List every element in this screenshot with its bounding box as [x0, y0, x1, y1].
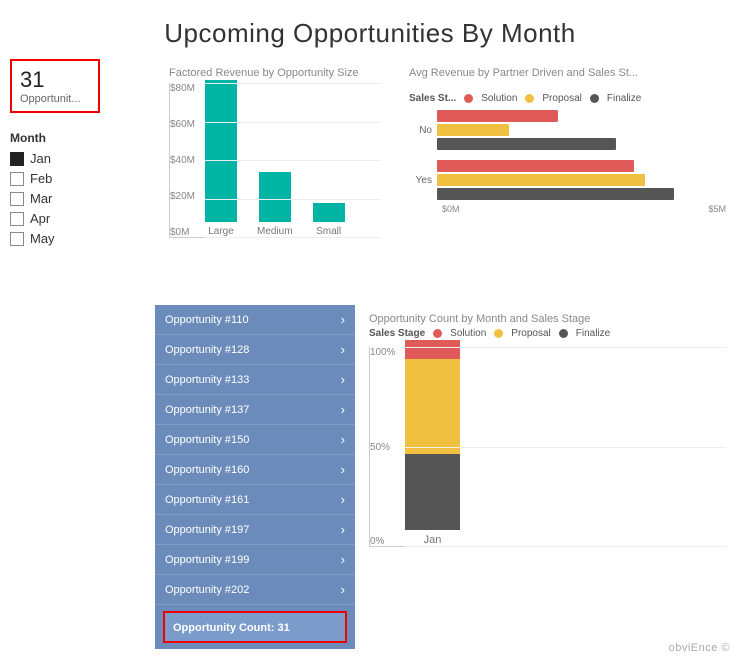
legend-solution-label: Solution — [481, 93, 517, 104]
hbar-yes-label: Yes — [409, 175, 437, 186]
opp-item-161[interactable]: Opportunity #161 › — [155, 485, 355, 515]
chart1-title: Factored Revenue by Opportunity Size — [169, 67, 381, 79]
checkbox-jan[interactable] — [10, 152, 24, 166]
opp-item-137[interactable]: Opportunity #137 › — [155, 395, 355, 425]
bar-large: Large — [205, 80, 237, 237]
bar-small-rect — [313, 203, 345, 222]
filter-item-mar[interactable]: Mar — [10, 191, 145, 206]
chevron-right-icon: › — [341, 402, 345, 417]
left-panel: 31 Opportunit... Month Jan Feb Mar Apr — [0, 59, 155, 649]
legend-finalize-dot — [590, 94, 599, 103]
page-title: Upcoming Opportunities By Month — [0, 0, 740, 59]
legend-proposal-dot — [525, 94, 534, 103]
filter-label-mar: Mar — [30, 191, 52, 206]
hbar-yes-proposal — [437, 174, 645, 186]
opportunity-list: Opportunity #110 › Opportunity #128 › Op… — [155, 305, 355, 649]
hbar-yes-finalize — [437, 188, 674, 200]
bar-small: Small — [313, 203, 345, 237]
chart2-title: Avg Revenue by Partner Driven and Sales … — [409, 67, 726, 79]
legend-salesst-label: Sales St... — [409, 93, 456, 104]
chart3-sol-dot — [433, 329, 442, 338]
opp-item-150[interactable]: Opportunity #150 › — [155, 425, 355, 455]
chart3-ylabels: 0% 50% 100% — [370, 347, 396, 547]
chart3-area: 0% 50% 100% — [369, 347, 726, 547]
legend-proposal-label: Proposal — [542, 93, 581, 104]
charts-bottom: Opportunity #110 › Opportunity #128 › Op… — [155, 305, 740, 649]
kpi-label: Opportunit... — [20, 93, 90, 105]
filter-item-jan[interactable]: Jan — [10, 151, 145, 166]
right-panel: Factored Revenue by Opportunity Size $0M… — [155, 59, 740, 649]
filter-label-apr: Apr — [30, 211, 50, 226]
chevron-right-icon: › — [341, 342, 345, 357]
filter-item-feb[interactable]: Feb — [10, 171, 145, 186]
stacked-bar-jan-rect — [405, 340, 460, 530]
opp-item-133[interactable]: Opportunity #133 › — [155, 365, 355, 395]
opportunity-count-footer: Opportunity Count: 31 — [163, 611, 347, 643]
kpi-card[interactable]: 31 Opportunit... — [10, 59, 100, 113]
chart3-prop-dot — [494, 329, 503, 338]
stacked-bar-jan: Jan — [405, 340, 460, 546]
chart3-legend: Sales Stage Solution Proposal Finalize — [369, 328, 726, 339]
chevron-right-icon: › — [341, 462, 345, 477]
hbar-no-finalize — [437, 138, 616, 150]
chevron-right-icon: › — [341, 312, 345, 327]
chart2-box: Avg Revenue by Partner Driven and Sales … — [395, 59, 740, 305]
hbar-no-solution — [437, 110, 558, 122]
chart3-box: Opportunity Count by Month and Sales Sta… — [355, 305, 740, 649]
filter-item-apr[interactable]: Apr — [10, 211, 145, 226]
chart1-container: $0M $20M $40M $60M $80M — [169, 83, 381, 283]
watermark: obviEnce © — [669, 642, 730, 654]
checkbox-may[interactable] — [10, 232, 24, 246]
chevron-right-icon: › — [341, 492, 345, 507]
charts-top: Factored Revenue by Opportunity Size $0M… — [155, 59, 740, 305]
chevron-right-icon: › — [341, 582, 345, 597]
chart3-fin-dot — [559, 329, 568, 338]
chart3-legend-label: Sales Stage — [369, 328, 425, 339]
bar-medium: Medium — [257, 172, 293, 237]
filter-label-jan: Jan — [30, 151, 51, 166]
segment-proposal — [405, 359, 460, 454]
chart2-xaxis: $0M $5M — [409, 204, 726, 214]
chevron-right-icon: › — [341, 372, 345, 387]
opp-item-160[interactable]: Opportunity #160 › — [155, 455, 355, 485]
chart1-area: $0M $20M $40M $60M $80M — [169, 83, 381, 238]
filter-section: Month Jan Feb Mar Apr May — [0, 123, 155, 259]
chevron-right-icon: › — [341, 552, 345, 567]
checkbox-mar[interactable] — [10, 192, 24, 206]
segment-finalize — [405, 454, 460, 530]
bar-large-rect — [205, 80, 237, 222]
chevron-right-icon: › — [341, 522, 345, 537]
legend-solution-dot — [464, 94, 473, 103]
filter-item-may[interactable]: May — [10, 231, 145, 246]
kpi-number: 31 — [20, 67, 90, 93]
chart3-sol-label: Solution — [450, 328, 486, 339]
opp-item-197[interactable]: Opportunity #197 › — [155, 515, 355, 545]
opp-item-199[interactable]: Opportunity #199 › — [155, 545, 355, 575]
filter-label-feb: Feb — [30, 171, 52, 186]
stacked-xlabel-jan: Jan — [424, 534, 442, 546]
segment-solution — [405, 340, 460, 359]
chevron-right-icon: › — [341, 432, 345, 447]
hbar-no-proposal — [437, 124, 509, 136]
filter-title: Month — [10, 131, 145, 145]
opportunity-count-text: Opportunity Count: 31 — [173, 622, 290, 634]
chart1-box: Factored Revenue by Opportunity Size $0M… — [155, 59, 395, 305]
checkbox-feb[interactable] — [10, 172, 24, 186]
chart2-area: Sales St... Solution Proposal Finalize N… — [409, 83, 726, 214]
hbar-yes-solution — [437, 160, 634, 172]
hbar-no-label: No — [409, 125, 437, 136]
legend-finalize-label: Finalize — [607, 93, 641, 104]
opp-item-202[interactable]: Opportunity #202 › — [155, 575, 355, 605]
filter-label-may: May — [30, 231, 55, 246]
chart3-fin-label: Finalize — [576, 328, 610, 339]
checkbox-apr[interactable] — [10, 212, 24, 226]
chart3-prop-label: Proposal — [511, 328, 550, 339]
bar-medium-rect — [259, 172, 291, 222]
opp-item-128[interactable]: Opportunity #128 › — [155, 335, 355, 365]
chart3-title: Opportunity Count by Month and Sales Sta… — [369, 313, 726, 325]
chart1-ylabels: $0M $20M $40M $60M $80M — [170, 83, 195, 238]
opp-item-110[interactable]: Opportunity #110 › — [155, 305, 355, 335]
chart2-legend: Sales St... Solution Proposal Finalize — [409, 93, 726, 104]
